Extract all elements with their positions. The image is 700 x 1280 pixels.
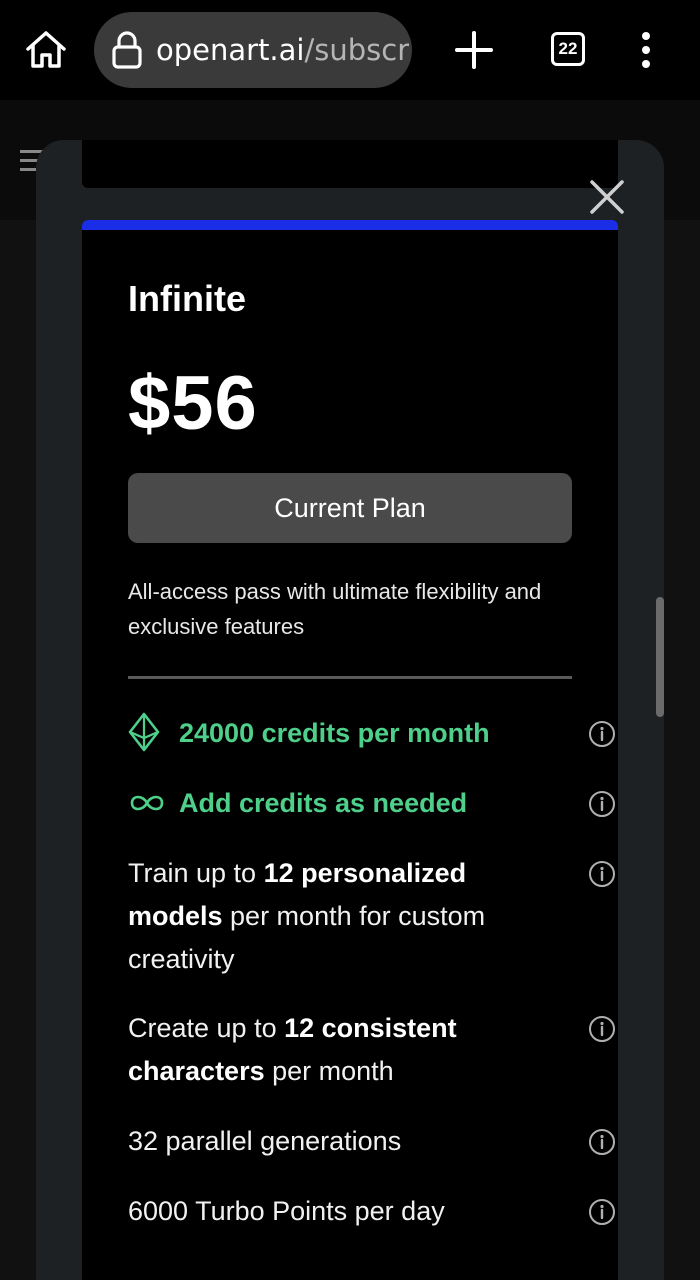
previous-card-bottom — [82, 140, 618, 188]
tab-count: 22 — [558, 39, 578, 58]
diamond-icon — [128, 712, 160, 752]
url-text: openart.ai/subscr — [156, 33, 409, 67]
feature-item: Train up to 12 personalized models per m… — [128, 852, 615, 981]
divider — [128, 676, 572, 679]
info-icon[interactable] — [588, 720, 616, 748]
plan-card-infinite: Infinite $56 Current Plan All-access pas… — [82, 220, 618, 1280]
info-icon[interactable] — [588, 790, 616, 818]
feature-item: 24000 credits per month — [128, 712, 615, 755]
url-domain: openart.ai — [156, 33, 305, 67]
url-path: /subscr — [304, 33, 410, 67]
tabs-button[interactable]: 22 — [551, 32, 585, 66]
feature-text: 32 parallel generations — [128, 1126, 402, 1156]
home-icon[interactable] — [24, 28, 68, 72]
info-icon[interactable] — [588, 1198, 616, 1226]
close-icon[interactable] — [588, 178, 626, 216]
current-plan-button[interactable]: Current Plan — [128, 473, 572, 543]
feature-text: 6000 Turbo Points per day — [128, 1196, 445, 1226]
plus-icon[interactable] — [454, 30, 494, 70]
address-bar[interactable]: openart.ai/subscr — [94, 12, 412, 88]
info-icon[interactable] — [588, 1128, 616, 1156]
feature-item: Create up to 12 consistent characters pe… — [128, 1007, 615, 1093]
plan-price: $56 — [128, 361, 258, 446]
browser-toolbar: openart.ai/subscr 22 — [0, 0, 700, 100]
lock-icon — [112, 31, 142, 69]
plan-name: Infinite — [128, 278, 246, 319]
more-vertical-icon[interactable] — [636, 30, 656, 70]
feature-item: 6000 Turbo Points per day — [128, 1190, 615, 1233]
feature-text: per month — [264, 1056, 394, 1086]
scrollbar-thumb[interactable] — [656, 597, 664, 717]
infinity-icon — [130, 795, 164, 811]
feature-text: Create up to — [128, 1013, 285, 1043]
plan-accent-bar — [82, 220, 618, 230]
feature-text: Train up to — [128, 858, 264, 888]
current-plan-label: Current Plan — [274, 492, 426, 523]
info-icon[interactable] — [588, 1015, 616, 1043]
plan-description: All-access pass with ultimate flexibilit… — [128, 579, 542, 639]
feature-item: Add credits as needed — [128, 782, 615, 825]
feature-text: 24000 credits per month — [179, 718, 490, 748]
feature-text: Add credits as needed — [179, 788, 468, 818]
feature-item: 32 parallel generations — [128, 1120, 615, 1163]
info-icon[interactable] — [588, 860, 616, 888]
